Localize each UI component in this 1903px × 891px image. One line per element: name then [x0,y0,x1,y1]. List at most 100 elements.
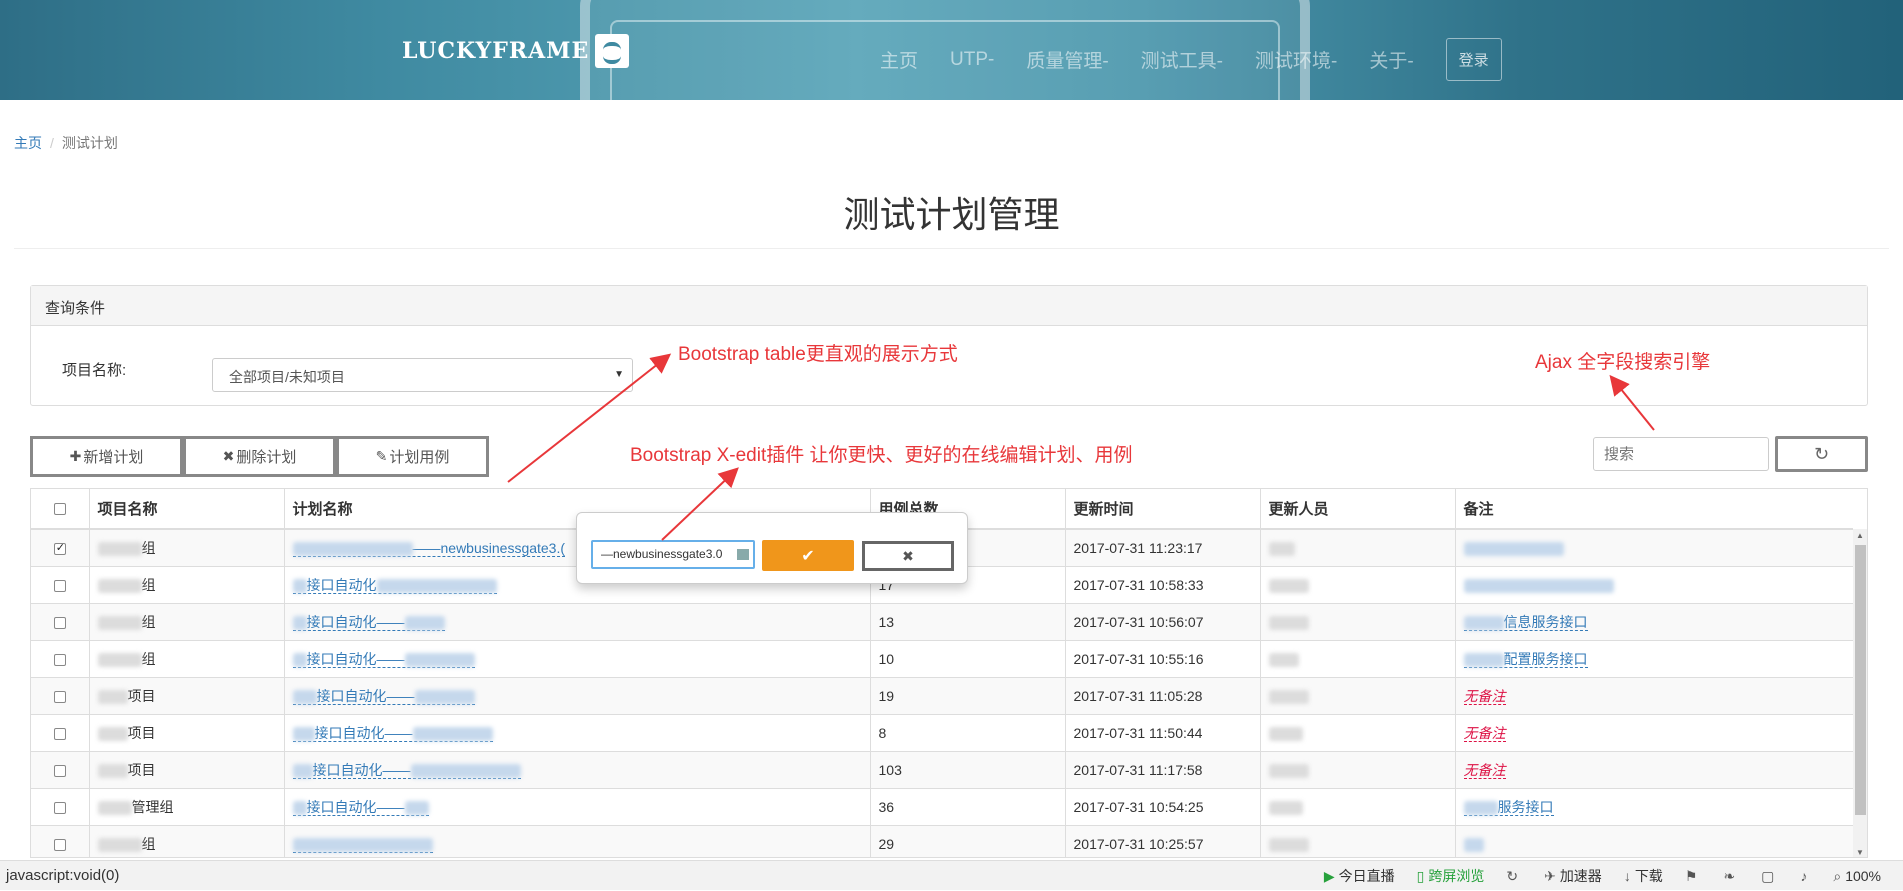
row-plan-link[interactable] [292,835,433,853]
cross-screen-button[interactable]: ▯ 跨屏浏览 [1417,866,1485,886]
table-scrollbar[interactable]: ▲ ▼ [1853,529,1867,857]
row-plan-link[interactable]: 接口自动化—— [292,798,429,816]
table-row[interactable]: 项目 接口自动化—— 8 2017-07-31 11:50:44 无备注 [31,713,1853,751]
row-checkbox[interactable] [53,579,66,592]
redacted-user [1268,541,1295,556]
clear-icon[interactable] [737,549,749,560]
row-plan-link[interactable]: 接口自动化—— [292,761,521,779]
nav-utp[interactable]: UTP- [950,49,994,71]
redacted-user [1268,763,1309,778]
live-button[interactable]: ▶ 今日直播 [1324,866,1395,886]
row-count[interactable]: 13 [869,602,1065,640]
nav-home[interactable]: 主页 [880,46,918,73]
inline-edit-input[interactable]: —newbusinessgate3.0 [591,540,755,569]
zoom-control[interactable]: ⌕ 100% [1833,868,1881,885]
row-note-empty[interactable]: 无备注 [1463,687,1506,705]
row-checkbox[interactable] [53,653,66,666]
row-count[interactable]: 36 [869,787,1065,825]
nav-about[interactable]: 关于- [1369,46,1413,73]
table-row[interactable]: 组 29 2017-07-31 10:25:57 [31,824,1853,857]
table-row[interactable]: 项目 接口自动化—— 19 2017-07-31 11:05:28 无备注 [31,676,1853,714]
plus-icon: ✚ [69,448,82,464]
volume-icon[interactable]: ♪ [1800,868,1811,884]
table-row[interactable]: 管理组 接口自动化—— 36 2017-07-31 10:54:25 服务接口 [31,787,1853,825]
row-project: 组 [141,613,156,630]
remove-icon: ✖ [222,448,235,464]
redacted-text [97,838,142,853]
col-user[interactable]: 更新人员 [1259,489,1455,530]
row-count[interactable]: 10 [869,639,1065,677]
row-project: 项目 [127,761,156,778]
download-button[interactable]: ↓ 下载 [1624,866,1663,886]
row-checkbox[interactable] [53,801,66,814]
window-icon[interactable]: ▢ [1761,868,1778,885]
search-input[interactable] [1593,437,1769,471]
refresh-status-icon[interactable]: ↻ [1506,868,1522,885]
breadcrumb-home[interactable]: 主页 [14,135,42,151]
inline-edit-cancel[interactable]: ✖ [862,541,954,571]
add-plan-button[interactable]: ✚ 新增计划 [30,436,183,477]
row-checkbox[interactable] [53,764,66,777]
delete-plan-button[interactable]: ✖ 删除计划 [183,436,336,477]
row-checkbox[interactable] [53,616,66,629]
login-button[interactable]: 登录 [1445,38,1502,81]
rocket-icon: ✈ [1544,867,1556,884]
row-checkbox[interactable] [53,690,66,703]
logo-icon [595,34,630,68]
table-row[interactable]: 项目 接口自动化—— 103 2017-07-31 11:17:58 无备注 [31,750,1853,788]
row-plan-link[interactable]: 接口自动化—— [292,650,475,668]
accelerator-button[interactable]: ✈ 加速器 [1544,866,1602,886]
row-project: 组 [141,576,156,593]
row-count[interactable]: 8 [869,713,1065,751]
col-project[interactable]: 项目名称 [88,489,284,530]
row-plan-link[interactable]: 接口自动化—— [292,687,475,705]
nav-quality[interactable]: 质量管理- [1026,46,1108,73]
row-project: 管理组 [131,798,174,815]
redacted-text [97,652,142,667]
redacted-note[interactable] [1463,837,1484,852]
row-plan-link[interactable]: 接口自动化—— [292,613,445,631]
table-row[interactable]: 组 接口自动化—— 13 2017-07-31 10:56:07 信息服务接口 [31,602,1853,640]
nav-test-tools[interactable]: 测试工具- [1141,46,1223,73]
row-plan-link[interactable]: 接口自动化 [292,576,497,594]
inline-edit-value: —newbusinessgate3.0 [601,547,723,561]
scroll-up-icon[interactable]: ▲ [1856,531,1864,540]
redacted-user [1268,578,1309,593]
row-note-link[interactable]: 服务接口 [1463,798,1554,816]
inline-edit-submit[interactable]: ✔ [762,540,854,571]
row-count[interactable]: 19 [869,676,1065,714]
col-note[interactable]: 备注 [1454,489,1853,530]
row-note-link[interactable]: 配置服务接口 [1463,650,1588,668]
row-checkbox[interactable] [53,541,66,556]
row-note-empty[interactable]: 无备注 [1463,724,1506,742]
project-select[interactable]: 全部项目/未知项目 ▼ [212,358,633,392]
row-checkbox[interactable] [53,727,66,740]
row-count[interactable]: 29 [869,824,1065,857]
refresh-button[interactable]: ↻ [1775,436,1868,472]
row-plan-link[interactable]: 接口自动化—— [292,724,493,742]
logo[interactable]: LUCKYFRAME [402,34,630,68]
row-note-empty[interactable]: 无备注 [1463,761,1506,779]
row-note-link[interactable]: 信息服务接口 [1463,613,1588,631]
table-row[interactable]: 组 接口自动化—— 10 2017-07-31 10:55:16 配置服务接口 [31,639,1853,677]
annotation-table: Bootstrap table更直观的展示方式 [678,344,958,365]
redacted-text [97,542,142,557]
row-count[interactable]: 103 [869,750,1065,788]
redacted-note[interactable] [1463,541,1564,556]
nav-test-env[interactable]: 测试环境- [1255,46,1337,73]
redacted-note[interactable] [1463,578,1614,593]
col-time[interactable]: 更新时间 [1064,489,1260,530]
row-checkbox[interactable] [53,839,66,852]
scroll-down-icon[interactable]: ▼ [1856,848,1864,857]
flag-icon[interactable]: ⚑ [1685,868,1702,885]
scrollbar-thumb[interactable] [1855,545,1866,815]
refresh-icon: ↻ [1813,443,1830,464]
row-time: 2017-07-31 10:58:33 [1064,565,1260,603]
logo-text: LUCKYFRAME [402,38,590,64]
row-plan-link[interactable]: ——newbusinessgate3.( [292,539,566,557]
plan-cases-button[interactable]: ✎ 计划用例 [336,436,489,477]
leaf-icon[interactable]: ❧ [1723,868,1739,885]
select-all-checkbox[interactable] [53,503,66,516]
download-icon: ↓ [1623,868,1631,884]
redacted-text [292,541,413,556]
